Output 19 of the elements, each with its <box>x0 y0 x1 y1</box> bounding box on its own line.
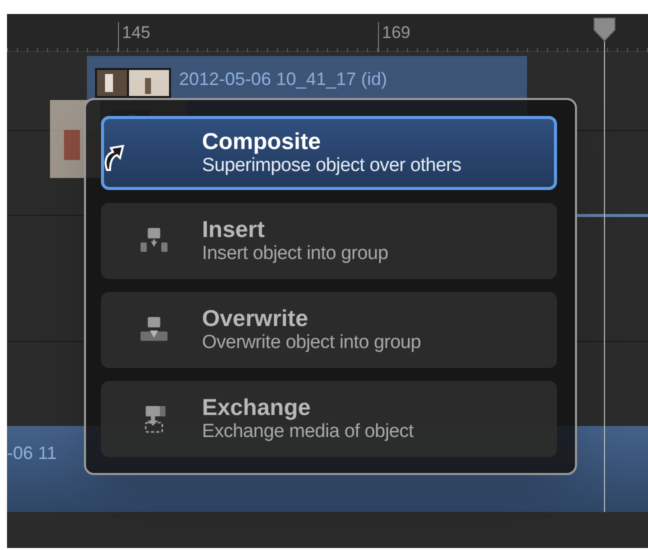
menu-item[interactable]: Composite Superimpose object over others <box>101 116 557 190</box>
item-description: Exchange media of object <box>202 420 414 444</box>
menu-item[interactable]: Exchange Exchange media of object <box>101 381 557 457</box>
clip-title: 2012-05-06 10_41_17 (id) <box>179 68 388 90</box>
item-description: Insert object into group <box>202 242 388 266</box>
item-title: Insert <box>202 216 266 242</box>
playhead-handle[interactable] <box>592 16 617 42</box>
ruler-label: 145 <box>122 23 150 42</box>
overwrite-icon <box>140 316 168 344</box>
item-description: Superimpose object over others <box>202 154 462 178</box>
menu-item[interactable]: Insert Insert object into group <box>101 203 557 279</box>
ruler-label: 169 <box>382 23 410 42</box>
item-title: Overwrite <box>202 305 310 331</box>
insert-icon <box>140 227 168 255</box>
item-title: Composite <box>202 128 322 154</box>
clip-title: -06 11 <box>7 442 57 464</box>
item-description: Overwrite object into group <box>202 331 421 355</box>
item-title: Exchange <box>202 394 312 420</box>
menu-item[interactable]: Overwrite Overwrite object into group <box>101 292 557 368</box>
